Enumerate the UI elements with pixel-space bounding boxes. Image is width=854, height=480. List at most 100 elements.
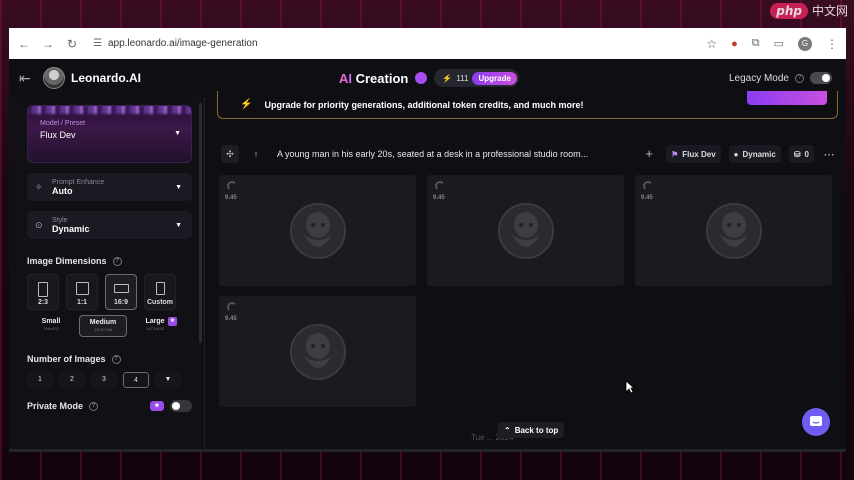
support-chat-button[interactable] — [802, 408, 830, 436]
count-4[interactable]: 4 — [123, 372, 149, 388]
chat-icon — [810, 416, 822, 426]
private-mode-label: Private Mode — [27, 401, 84, 411]
leonardo-face-icon — [289, 323, 346, 380]
site-settings-icon[interactable]: ☰ — [93, 38, 102, 49]
token-icon — [415, 72, 428, 84]
more-options-icon[interactable]: ⋯ — [822, 148, 836, 161]
loading-spinner-icon — [643, 181, 653, 191]
model-chip[interactable]: ⚑ Flux Dev — [666, 145, 721, 163]
premium-star-icon: ★ — [150, 401, 164, 411]
image-placeholder[interactable]: 9.45 — [219, 296, 416, 407]
sparkle-icon: ✧ — [35, 181, 43, 192]
prompt-enhance-label: Prompt Enhance — [52, 178, 105, 186]
legacy-mode-toggle[interactable] — [810, 72, 832, 84]
premium-star-icon: ★ — [168, 317, 177, 326]
size-resolution: 1376×768 — [94, 327, 112, 332]
leonardo-logo-avatar[interactable] — [43, 67, 65, 89]
model-preset-select[interactable]: Model / Preset Flux Dev ▼ — [27, 105, 192, 163]
coin-icon: ⚡ — [442, 73, 453, 83]
prompt-text[interactable]: A young man in his early 20s, seated at … — [277, 149, 632, 159]
mouse-cursor-icon — [625, 380, 635, 394]
private-mode-toggle[interactable] — [170, 400, 192, 412]
image-dimensions-label: Image Dimensions — [27, 256, 107, 266]
style-chip-icon: ● — [733, 149, 739, 159]
prompt-enhance-select[interactable]: ✧ Prompt Enhance Auto ▼ — [27, 173, 192, 201]
prompt-enhance-value: Auto — [52, 185, 73, 196]
ratio-label: 16:9 — [113, 299, 128, 306]
image-guidance-icon[interactable]: ✣ — [221, 145, 239, 163]
collapse-back-icon[interactable]: ⇤ — [19, 70, 37, 87]
brand-name[interactable]: Leonardo.AI — [71, 71, 141, 85]
browser-actions: ☆ ● ⧉ ▭ G ⋮ — [706, 36, 838, 51]
size-options: Small 768×432 Medium 1376×768 Large 1472… — [27, 315, 192, 337]
extensions-puzzle-icon[interactable]: ⧉ — [752, 37, 760, 50]
upgrade-button[interactable]: Upgrade — [472, 71, 517, 85]
size-label: Medium — [89, 319, 117, 326]
bottom-scrollbar[interactable] — [9, 449, 846, 452]
legacy-mode-control: Legacy Mode ? — [729, 72, 832, 84]
info-icon[interactable]: ? — [112, 256, 122, 266]
style-chip-label: Dynamic — [742, 149, 776, 159]
image-grid: 9.45 9.45 9.45 9.45 — [219, 175, 832, 407]
square-shape-icon — [75, 282, 89, 295]
count-more-dropdown[interactable]: ▼ — [155, 372, 181, 388]
add-icon[interactable]: + — [640, 145, 658, 163]
loading-spinner-icon — [227, 302, 237, 312]
info-icon[interactable]: ? — [111, 354, 121, 364]
generation-header: ✣ ↑ A young man in his early 20s, seated… — [221, 142, 836, 166]
number-of-images-heading: Number of Images ? — [27, 354, 192, 364]
info-icon[interactable]: ? — [89, 401, 99, 411]
extension-shield-icon[interactable]: ● — [731, 38, 738, 50]
legacy-mode-label: Legacy Mode — [728, 72, 789, 84]
loading-spinner-icon — [227, 181, 237, 191]
count-2[interactable]: 2 — [59, 372, 85, 388]
bookmark-star-icon[interactable]: ☆ — [706, 37, 717, 51]
size-label: Small — [41, 318, 61, 325]
model-chip-label: Flux Dev — [682, 149, 716, 159]
ratio-16-9[interactable]: 16:9 — [105, 274, 137, 310]
ratio-1-1[interactable]: 1:1 — [66, 274, 98, 310]
credits-pill[interactable]: ⚡ 111 Upgrade — [434, 69, 519, 87]
back-to-top-button[interactable]: ⌃ Back to top — [498, 422, 565, 438]
aspect-ratio-options: 2:3 1:1 16:9 Custom — [27, 274, 192, 310]
model-chip-icon: ⚑ — [671, 149, 679, 159]
style-chip[interactable]: ● Dynamic — [728, 145, 781, 163]
info-icon[interactable]: ? — [795, 73, 804, 83]
count-3[interactable]: 3 — [91, 372, 117, 388]
sidebar-toggle-icon[interactable]: ▭ — [774, 37, 784, 50]
token-cost-chip[interactable]: ⛁ 0 — [788, 145, 814, 163]
reload-icon[interactable]: ↻ — [65, 37, 79, 51]
image-placeholder[interactable]: 9.45 — [635, 175, 832, 286]
address-bar[interactable]: ☰ app.leonardo.ai/image-generation — [93, 38, 696, 49]
size-medium[interactable]: Medium 1376×768 — [79, 315, 127, 337]
header-center: AI Creation ⚡ 111 Upgrade — [339, 69, 519, 87]
size-large[interactable]: Large 1472×832 ★ — [131, 315, 179, 337]
ratio-label: Custom — [146, 299, 174, 306]
site-watermark: php 中文网 — [770, 2, 848, 19]
chevron-down-icon: ▼ — [175, 183, 182, 191]
generation-time: 9.45 — [433, 195, 445, 201]
banner-text: Upgrade for priority generations, additi… — [264, 99, 584, 110]
ratio-2-3[interactable]: 2:3 — [27, 274, 59, 310]
image-count-options: 1 2 3 4 ▼ — [27, 372, 192, 388]
palette-icon: ⊙ — [35, 219, 43, 230]
loading-spinner-icon — [435, 181, 445, 191]
image-placeholder[interactable]: 9.45 — [219, 175, 416, 286]
banner-upgrade-button[interactable] — [747, 91, 827, 105]
ratio-custom[interactable]: Custom — [144, 274, 176, 310]
profile-avatar[interactable]: G — [798, 36, 812, 51]
generation-time: 9.45 — [225, 195, 237, 201]
style-select[interactable]: ⊙ Style Dynamic ▼ — [27, 211, 192, 239]
forward-arrow-icon[interactable]: → — [41, 37, 55, 51]
reuse-prompt-arrow-icon[interactable]: ↑ — [247, 145, 265, 163]
browser-menu-icon[interactable]: ⋮ — [826, 37, 838, 51]
count-1[interactable]: 1 — [27, 372, 53, 388]
image-placeholder[interactable]: 9.45 — [427, 175, 624, 286]
settings-sidebar: Model / Preset Flux Dev ▼ ✧ Prompt Enhan… — [9, 97, 205, 452]
size-small[interactable]: Small 768×432 — [27, 315, 75, 337]
sidebar-scrollbar[interactable] — [199, 103, 202, 343]
back-arrow-icon[interactable]: ← — [17, 37, 31, 51]
credits-count: 111 — [456, 73, 469, 83]
generation-feed: ⚡ Upgrade for priority generations, addi… — [215, 91, 846, 452]
browser-window: ← → ↻ ☰ app.leonardo.ai/image-generation… — [9, 28, 846, 452]
